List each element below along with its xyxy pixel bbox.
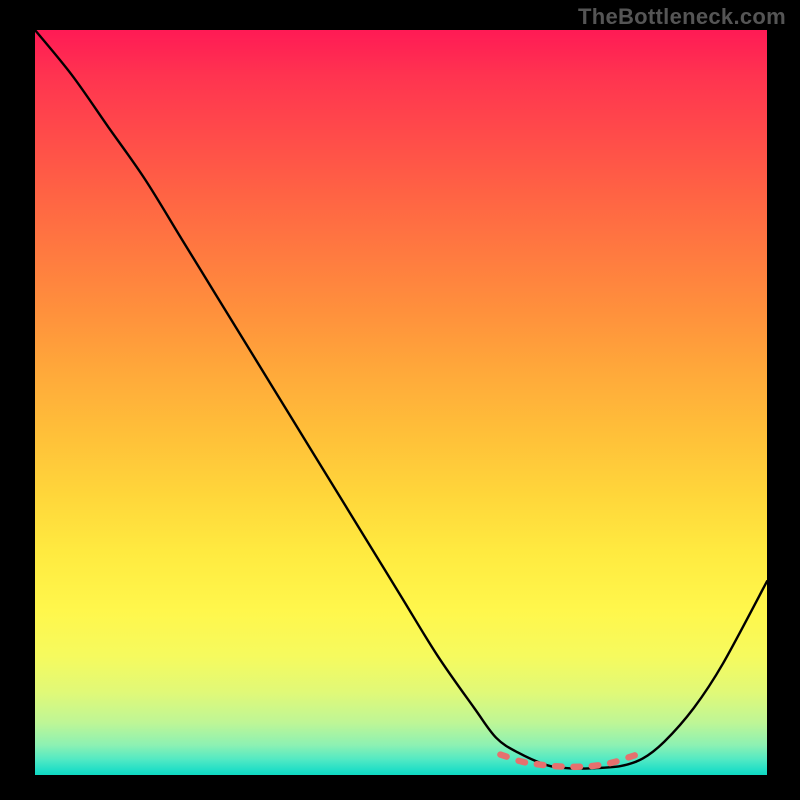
optimal-dash [570,763,583,770]
curve-svg [35,30,767,775]
optimal-dash [515,757,529,766]
bottleneck-curve [35,30,767,769]
optimal-dash [496,751,510,761]
optimal-dash [533,761,547,769]
optimal-dash [552,763,565,770]
plot-area [35,30,767,775]
chart-frame [35,30,767,775]
attribution-text: TheBottleneck.com [578,4,786,30]
optimal-dash [624,751,638,761]
